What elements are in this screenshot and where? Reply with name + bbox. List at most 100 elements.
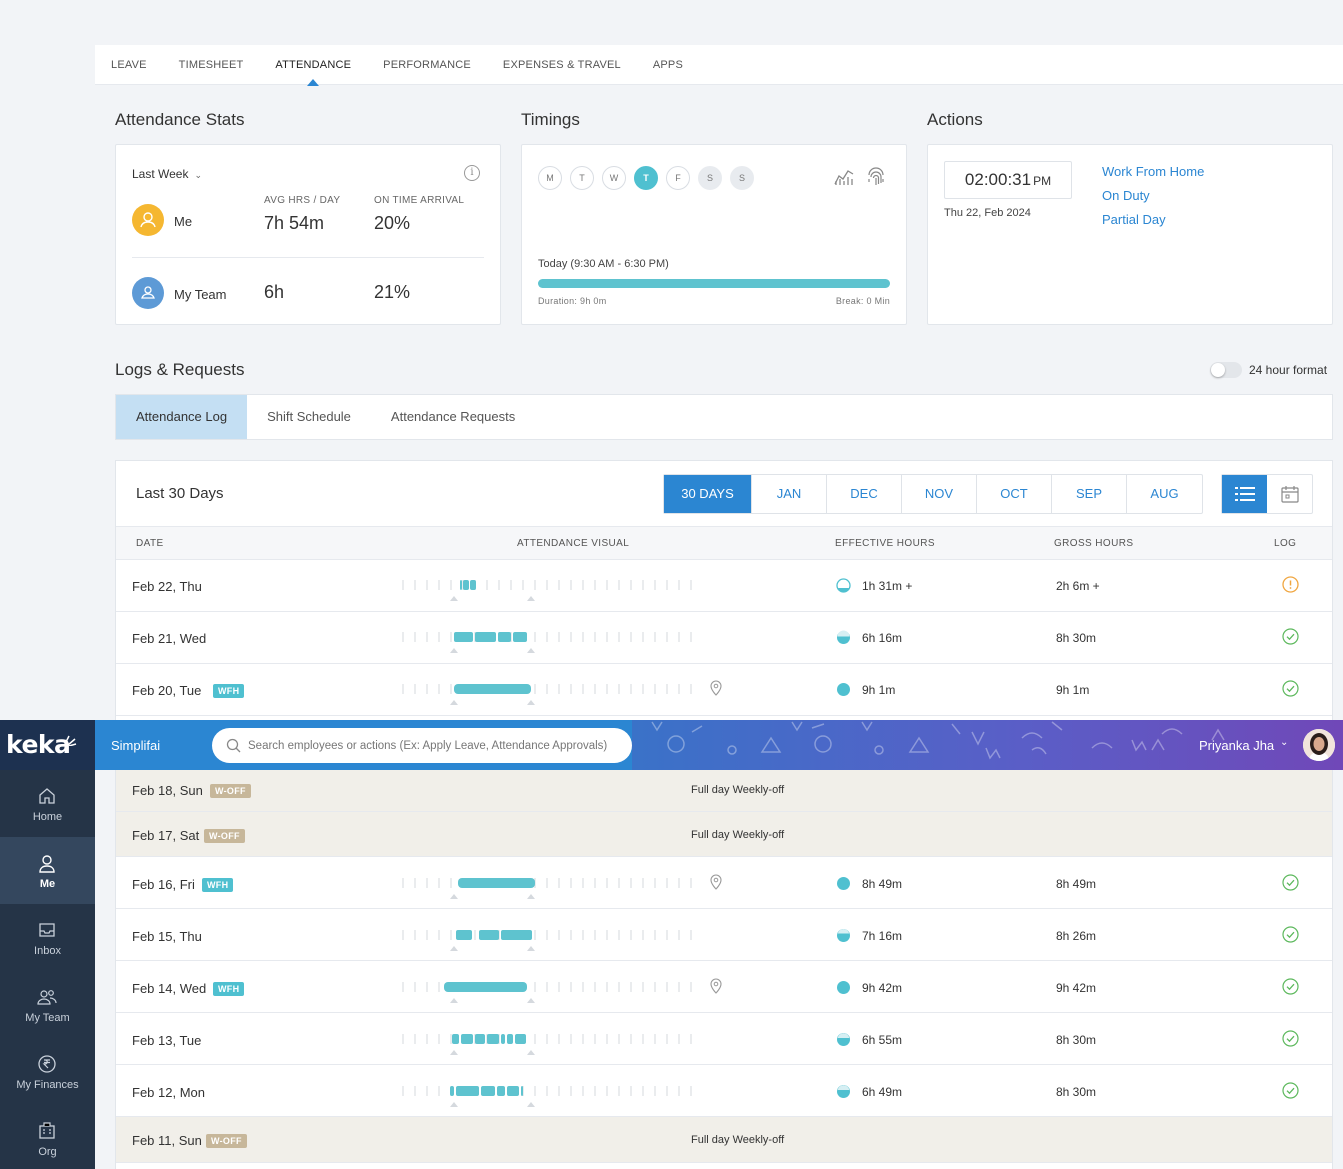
check-icon[interactable] [1282, 680, 1299, 697]
shift-progress-bar [538, 279, 890, 288]
chart-icon[interactable] [833, 165, 855, 187]
location-pin-icon[interactable] [709, 978, 723, 994]
table-row[interactable]: Feb 22, Thu 1h 31m + 2h 6m + [116, 560, 1332, 612]
person-icon [140, 212, 156, 228]
range-jan[interactable]: JAN [752, 475, 827, 513]
table-row[interactable]: Feb 16, Fri WFH 8h 49m 8h 49m [116, 857, 1332, 909]
range-nov[interactable]: NOV [902, 475, 977, 513]
calendar-icon [1280, 486, 1299, 503]
me-avatar [132, 204, 164, 236]
table-row[interactable]: Feb 15, Thu 7h 16m 8h 26m [116, 909, 1332, 961]
team-on-time: 21% [374, 282, 411, 302]
day-monday[interactable]: M [538, 166, 562, 190]
tab-shift-schedule[interactable]: Shift Schedule [247, 395, 371, 439]
day-saturday[interactable]: S [698, 166, 722, 190]
table-header: DATE ATTENDANCE VISUAL EFFECTIVE HOURS G… [116, 526, 1332, 560]
check-icon[interactable] [1282, 1030, 1299, 1047]
row-date: Feb 14, Wed [132, 981, 207, 996]
range-sep[interactable]: SEP [1052, 475, 1127, 513]
tab-timesheet[interactable]: TIMESHEET [179, 45, 244, 85]
shift-marker [450, 894, 458, 899]
24-hour-label: 24 hour format [1249, 363, 1328, 377]
chevron-down-icon[interactable]: ⌄ [1280, 737, 1288, 748]
tab-attendance-log[interactable]: Attendance Log [116, 395, 248, 439]
range-oct[interactable]: OCT [977, 475, 1052, 513]
list-icon [1234, 487, 1255, 501]
shift-marker [527, 998, 535, 1003]
tab-expenses-travel[interactable]: EXPENSES & TRAVEL [503, 45, 621, 85]
range-dec[interactable]: DEC [827, 475, 902, 513]
row-date: Feb 12, Mon [132, 1085, 205, 1100]
logo-spark-icon [64, 735, 77, 746]
calendar-view-button[interactable] [1267, 475, 1312, 513]
actions-card: 02:00:31 PM Thu 22, Feb 2024 Work From Ho… [927, 144, 1333, 325]
table-row[interactable]: Feb 12, Mon 6h 49m 8h 30m [116, 1065, 1332, 1117]
shift-marker [450, 596, 458, 601]
session-bar [498, 632, 511, 642]
day-friday[interactable]: F [666, 166, 690, 190]
tab-attendance-requests[interactable]: Attendance Requests [371, 395, 535, 439]
fingerprint-icon[interactable] [865, 165, 887, 187]
wfh-badge: WFH [213, 982, 245, 996]
range-30-days[interactable]: 30 DAYS [664, 475, 752, 513]
sidebar-item-inbox[interactable]: Inbox [0, 904, 95, 971]
location-pin-icon[interactable] [709, 680, 723, 696]
tab-performance[interactable]: PERFORMANCE [383, 45, 471, 85]
location-pin-icon[interactable] [709, 874, 723, 890]
table-row[interactable]: Feb 13, Tue 6h 55m 8h 30m [116, 1013, 1332, 1065]
tab-apps[interactable]: APPS [653, 45, 683, 85]
user-name[interactable]: Priyanka Jha [1199, 738, 1274, 753]
period-value: Last Week [132, 167, 189, 181]
global-search[interactable] [212, 728, 632, 763]
half-hours-icon [837, 1033, 850, 1046]
team-avg-hrs: 6h [264, 282, 285, 302]
search-input[interactable] [248, 728, 623, 763]
table-row[interactable]: Feb 14, Wed WFH 9h 42m 9h 42m [116, 961, 1332, 1013]
tab-leave[interactable]: LEAVE [111, 45, 147, 85]
day-wednesday[interactable]: W [602, 166, 626, 190]
list-view-button[interactable] [1222, 475, 1267, 513]
logo[interactable]: keka [0, 720, 95, 770]
work-from-home-link[interactable]: Work From Home [1102, 164, 1204, 179]
timings-card: M T W T F S S Today (9:30 AM - 6:30 PM) … [521, 144, 907, 325]
session-bar [481, 1086, 495, 1096]
day-tuesday[interactable]: T [570, 166, 594, 190]
org-name[interactable]: Simplifai [111, 738, 160, 753]
table-row[interactable]: Feb 11, Sun W-OFF Full day Weekly-off [116, 1117, 1332, 1163]
sidebar-item-my-finances[interactable]: My Finances [0, 1038, 95, 1105]
check-icon[interactable] [1282, 1082, 1299, 1099]
info-icon[interactable]: i [464, 165, 480, 181]
period-dropdown[interactable]: Last Week ⌄ [132, 167, 202, 181]
sidebar-item-home[interactable]: Home [0, 770, 95, 837]
user-avatar[interactable] [1303, 729, 1335, 761]
sidebar-item-label: Org [38, 1146, 57, 1158]
session-bar [444, 982, 527, 992]
tab-attendance[interactable]: ATTENDANCE [275, 45, 351, 86]
check-icon[interactable] [1282, 926, 1299, 943]
table-row[interactable]: Feb 18, Sun W-OFF Full day Weekly-off [116, 767, 1332, 812]
on-duty-link[interactable]: On Duty [1102, 188, 1150, 203]
partial-day-link[interactable]: Partial Day [1102, 212, 1166, 227]
sidebar-item-org[interactable]: Org [0, 1105, 95, 1169]
day-sunday[interactable]: S [730, 166, 754, 190]
attendance-stats-title: Attendance Stats [115, 110, 245, 129]
home-icon [39, 788, 55, 804]
check-icon[interactable] [1282, 978, 1299, 995]
check-icon[interactable] [1282, 628, 1299, 645]
sidebar-item-my-team[interactable]: My Team [0, 971, 95, 1038]
me-on-time: 20% [374, 213, 411, 233]
day-thursday[interactable]: T [634, 166, 658, 190]
check-icon[interactable] [1282, 874, 1299, 891]
attendance-visual [402, 982, 692, 1003]
table-row[interactable]: Feb 20, Tue WFH 9h 1m 9h 1m [116, 664, 1332, 716]
range-aug[interactable]: AUG [1127, 475, 1202, 513]
table-row[interactable]: Feb 17, Sat W-OFF Full day Weekly-off [116, 812, 1332, 857]
team-label: My Team [174, 287, 227, 302]
session-bar [460, 580, 462, 590]
warning-icon[interactable] [1282, 576, 1299, 593]
weekly-off-text: Full day Weekly-off [691, 784, 785, 796]
sidebar-item-me[interactable]: Me [0, 837, 95, 904]
shift-marker [450, 700, 458, 705]
table-row[interactable]: Feb 21, Wed 6h 16m 8h 30m [116, 612, 1332, 664]
24-hour-toggle[interactable] [1210, 362, 1242, 378]
